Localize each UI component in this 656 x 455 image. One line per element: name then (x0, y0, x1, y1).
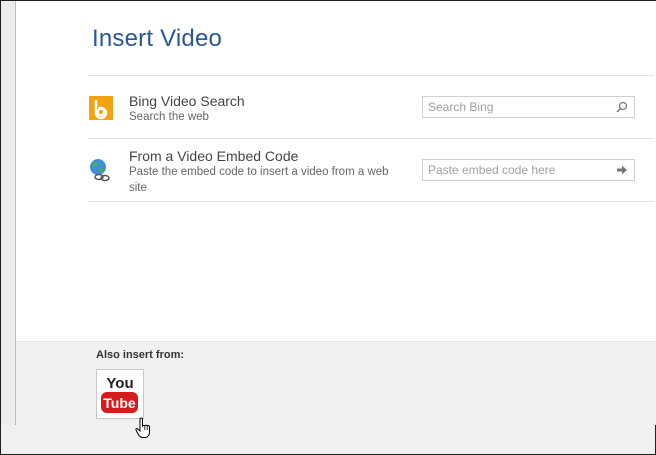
separator (88, 138, 654, 139)
window-left-edge (1, 1, 15, 426)
embed-code-subtitle-line1: Paste the embed code to insert a video f… (129, 166, 389, 178)
bing-video-search-subtitle: Search the web (129, 111, 209, 123)
youtube-icon: You Tube (101, 375, 138, 413)
hand-cursor-icon (135, 417, 151, 444)
embed-code-subtitle-line2: site (129, 182, 147, 194)
bing-video-search-title[interactable]: Bing Video Search (129, 93, 245, 109)
embed-code-input[interactable] (423, 160, 614, 180)
youtube-logo-tube: Tube (103, 395, 136, 411)
separator (88, 75, 654, 76)
also-insert-footer: Also insert from: You Tube (16, 341, 656, 425)
youtube-logo-you: You (106, 375, 133, 392)
dialog-title: Insert Video (92, 25, 223, 52)
embed-code-field[interactable] (422, 159, 635, 181)
arrow-right-icon[interactable] (614, 163, 630, 177)
window-bottom-edge (1, 425, 655, 454)
bing-search-input[interactable] (423, 97, 614, 117)
separator (88, 201, 654, 202)
bing-search-field[interactable] (422, 96, 635, 118)
youtube-button[interactable]: You Tube (96, 369, 144, 419)
search-icon[interactable] (614, 100, 630, 114)
bing-icon (89, 96, 113, 125)
embed-code-title[interactable]: From a Video Embed Code (129, 148, 298, 164)
insert-video-dialog: Insert Video Bing Video Search Search th… (15, 1, 656, 425)
globe-link-icon (87, 157, 113, 188)
also-insert-label: Also insert from: (96, 349, 185, 361)
